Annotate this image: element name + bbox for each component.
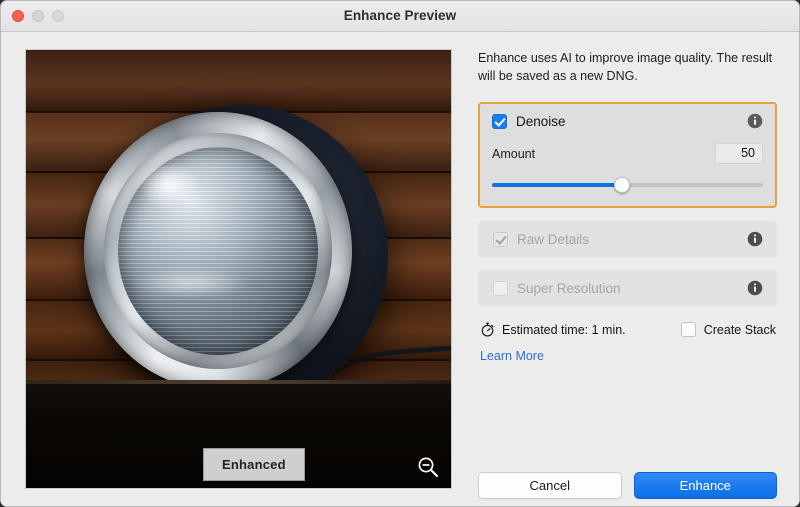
estimated-time-text: Estimated time: 1 min. bbox=[502, 322, 626, 337]
amount-value-field[interactable]: 50 bbox=[715, 143, 763, 165]
preview-image-area[interactable]: Enhanced bbox=[25, 49, 452, 489]
raw-details-checkbox bbox=[493, 231, 508, 247]
dialog-body: Enhanced Enhance uses AI to improve imag… bbox=[1, 32, 799, 506]
super-resolution-info-icon[interactable] bbox=[747, 280, 763, 296]
create-stack-control[interactable]: Create Stack bbox=[680, 322, 776, 338]
wood-plank bbox=[26, 50, 451, 112]
enhance-button[interactable]: Enhance bbox=[633, 472, 777, 499]
raw-details-label: Raw Details bbox=[517, 231, 590, 247]
window-title: Enhance Preview bbox=[343, 8, 457, 23]
super-resolution-label: Super Resolution bbox=[517, 280, 621, 296]
denoise-group: Denoise Amount 50 bbox=[478, 102, 777, 209]
stopwatch-icon bbox=[481, 322, 494, 337]
create-stack-checkbox[interactable] bbox=[680, 322, 696, 338]
denoise-row[interactable]: Denoise bbox=[492, 113, 763, 129]
super-resolution-row: Super Resolution bbox=[478, 270, 777, 307]
denoise-checkbox[interactable] bbox=[492, 113, 507, 129]
dialog-footer: Cancel Enhance bbox=[478, 472, 777, 499]
slider-thumb[interactable] bbox=[614, 177, 631, 194]
enhance-preview-dialog: Enhance Preview Enhanced Enhance uses AI… bbox=[0, 0, 800, 507]
table-edge bbox=[26, 380, 451, 384]
controls-panel: Enhance uses AI to improve image quality… bbox=[478, 49, 777, 365]
preview-photo bbox=[26, 50, 451, 488]
slider-fill bbox=[492, 183, 623, 188]
amount-label: Amount bbox=[492, 146, 536, 161]
lens-highlight bbox=[138, 162, 200, 208]
create-stack-label: Create Stack bbox=[703, 322, 776, 337]
title-bar: Enhance Preview bbox=[1, 1, 799, 32]
raw-details-row: Raw Details bbox=[478, 221, 777, 258]
denoise-info-icon[interactable] bbox=[747, 113, 763, 129]
learn-more-link[interactable]: Learn More bbox=[480, 349, 544, 363]
denoise-amount-row: Amount 50 bbox=[492, 143, 763, 165]
meta-row: Estimated time: 1 min. Create Stack bbox=[478, 322, 777, 338]
raw-details-info-icon[interactable] bbox=[747, 231, 763, 247]
lens-highlight bbox=[130, 268, 250, 298]
enhanced-badge: Enhanced bbox=[203, 448, 305, 481]
denoise-label: Denoise bbox=[516, 113, 566, 129]
intro-description: Enhance uses AI to improve image quality… bbox=[478, 51, 773, 84]
zoom-out-icon[interactable] bbox=[415, 454, 441, 480]
cancel-button[interactable]: Cancel bbox=[478, 472, 622, 499]
amount-slider[interactable] bbox=[492, 177, 763, 194]
super-resolution-checkbox bbox=[493, 280, 508, 296]
